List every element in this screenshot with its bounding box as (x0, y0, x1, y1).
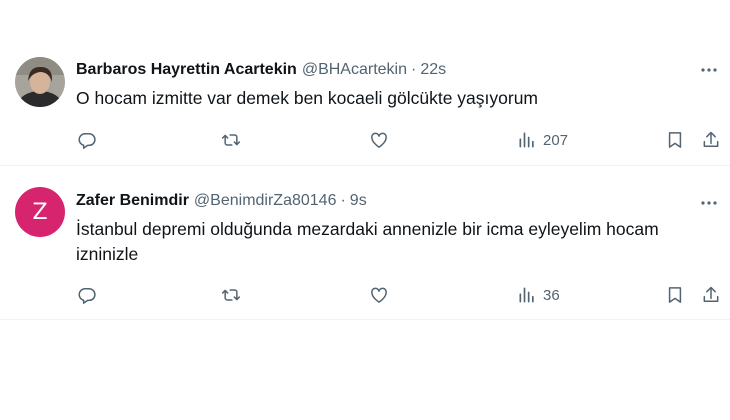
views-button[interactable]: 36 (517, 283, 560, 307)
author-handle[interactable]: @BenimdirZa80146 (194, 192, 337, 210)
separator: · (411, 61, 417, 78)
timestamp[interactable]: 22s (420, 61, 446, 79)
tweet-text: O hocam izmitte var demek ben kocaeli gö… (76, 88, 538, 108)
share-button[interactable] (701, 128, 721, 152)
tweet-actions: 207 (76, 128, 722, 152)
retweet-button[interactable] (221, 283, 241, 307)
tweet[interactable]: Z Zafer Benimdir @BenimdirZa80146 · 9s İ… (0, 166, 730, 320)
more-icon[interactable] (698, 192, 720, 214)
tweet-actions: 36 (76, 283, 722, 307)
author-handle[interactable]: @BHAcartekin (302, 61, 407, 79)
tweet[interactable]: Barbaros Hayrettin Acartekin @BHAcarteki… (0, 0, 730, 166)
views-count: 207 (543, 131, 569, 149)
author-name[interactable]: Barbaros Hayrettin Acartekin (76, 61, 297, 79)
reply-icon (77, 285, 97, 305)
bookmark-button[interactable] (665, 128, 685, 152)
heart-icon (369, 130, 389, 150)
avatar[interactable]: Z (15, 187, 65, 237)
avatar-letter: Z (32, 199, 48, 225)
timestamp[interactable]: 9s (350, 192, 367, 210)
separator: · (340, 192, 346, 209)
like-button[interactable] (369, 283, 389, 307)
avatar[interactable] (15, 57, 65, 107)
views-icon (517, 285, 537, 305)
retweet-icon (221, 130, 241, 150)
views-count: 36 (543, 286, 560, 304)
reply-button[interactable] (77, 128, 97, 152)
bookmark-icon (665, 130, 685, 150)
reply-icon (77, 130, 97, 150)
like-button[interactable] (369, 128, 389, 152)
heart-icon (369, 285, 389, 305)
bookmark-icon (665, 285, 685, 305)
share-icon (701, 285, 721, 305)
reply-button[interactable] (77, 283, 97, 307)
tweet-header: Barbaros Hayrettin Acartekin @BHAcarteki… (76, 58, 446, 82)
more-icon[interactable] (698, 59, 720, 81)
retweet-icon (221, 285, 241, 305)
bookmark-button[interactable] (665, 283, 685, 307)
tweet-text: İstanbul depremi olduğunda mezardaki ann… (76, 219, 659, 264)
author-name[interactable]: Zafer Benimdir (76, 192, 189, 210)
share-icon (701, 130, 721, 150)
retweet-button[interactable] (221, 128, 241, 152)
tweet-header: Zafer Benimdir @BenimdirZa80146 · 9s (76, 189, 367, 213)
views-icon (517, 130, 537, 150)
views-button[interactable]: 207 (517, 128, 568, 152)
share-button[interactable] (701, 283, 721, 307)
